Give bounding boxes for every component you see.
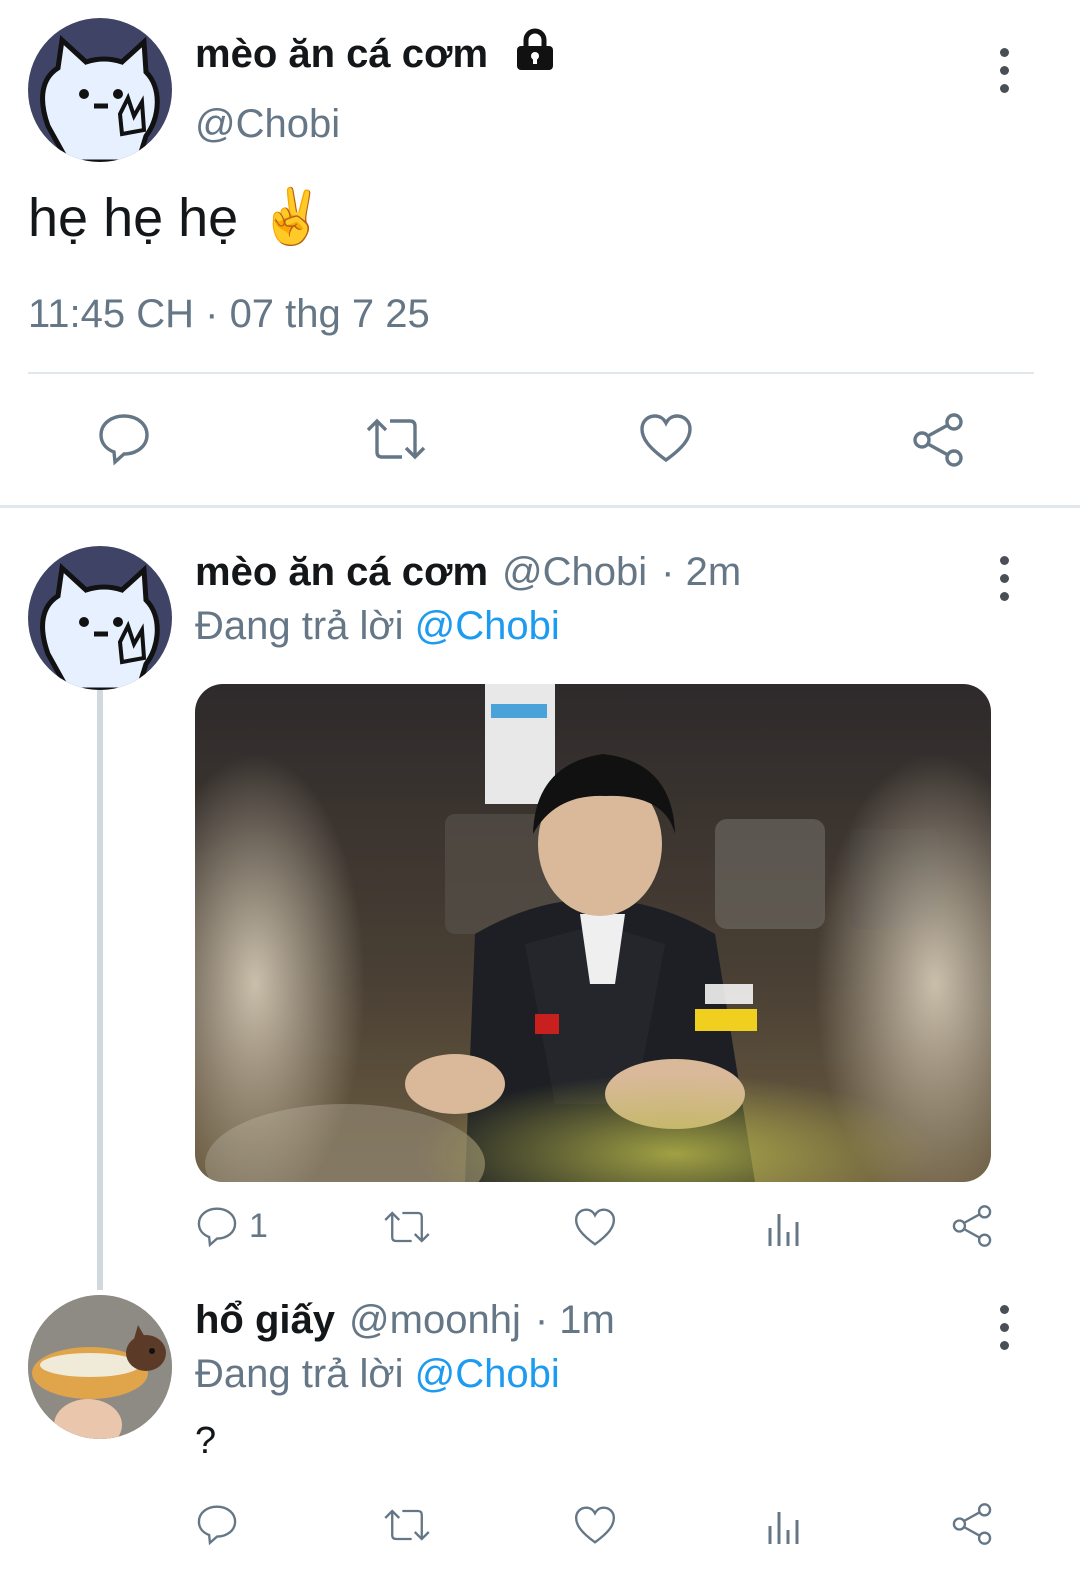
reply-author-name[interactable]: hổ giấy	[195, 1298, 335, 1343]
author-handle[interactable]: @Chobi	[195, 102, 340, 147]
reply-icon[interactable]	[96, 410, 152, 466]
more-options-icon[interactable]	[992, 1305, 1016, 1350]
reply-avatar[interactable]	[28, 546, 172, 690]
victory-hand-emoji: ✌️	[258, 187, 326, 247]
retweet-icon[interactable]	[382, 1206, 432, 1248]
reply-time: · 1m	[534, 1298, 615, 1342]
hotdog-dog-avatar-icon	[28, 1295, 172, 1439]
retweet-icon[interactable]	[382, 1504, 432, 1546]
analytics-icon[interactable]	[764, 1206, 804, 1248]
like-icon[interactable]	[573, 1504, 617, 1546]
replying-to: Đang trả lời @Chobi	[195, 1352, 560, 1396]
like-icon[interactable]	[573, 1206, 617, 1248]
share-icon[interactable]	[950, 1204, 994, 1248]
reply-author-handle[interactable]: @moonhj	[349, 1298, 521, 1343]
retweet-icon[interactable]	[364, 412, 428, 466]
author-name[interactable]: mèo ăn cá cơm	[195, 32, 488, 77]
replying-to-link[interactable]: @Chobi	[415, 1352, 560, 1396]
cat-avatar-icon	[40, 562, 160, 690]
replying-to: Đang trả lời @Chobi	[195, 604, 560, 648]
lock-icon	[514, 28, 556, 77]
reply-time: · 2m	[661, 550, 742, 594]
author-avatar[interactable]	[28, 18, 172, 162]
tweet-text: hẹ hẹ hẹ ✌️	[28, 186, 325, 249]
share-icon[interactable]	[910, 412, 966, 468]
like-icon[interactable]	[638, 412, 694, 464]
tweet-photo[interactable]	[195, 684, 991, 1182]
reply-count: 1	[249, 1206, 268, 1245]
reply-author-name[interactable]: mèo ăn cá cơm	[195, 550, 488, 595]
thread-line	[97, 690, 103, 1290]
analytics-icon[interactable]	[764, 1504, 804, 1546]
reply-avatar[interactable]	[28, 1295, 172, 1439]
reply-icon[interactable]	[195, 1502, 239, 1546]
tweet-timestamp[interactable]: 11:45 CH · 07 thg 7 25	[28, 292, 430, 337]
reply-header: mèo ăn cá cơm @Chobi · 2m	[195, 550, 741, 595]
more-options-icon[interactable]	[992, 556, 1016, 601]
share-icon[interactable]	[950, 1502, 994, 1546]
replying-to-link[interactable]: @Chobi	[415, 604, 560, 648]
reply-text: ?	[195, 1420, 217, 1462]
reply-header: hổ giấy @moonhj · 1m	[195, 1298, 615, 1343]
section-divider	[0, 505, 1080, 508]
reply-icon[interactable]: 1	[195, 1204, 268, 1248]
divider	[28, 372, 1034, 374]
reply-author-handle[interactable]: @Chobi	[502, 550, 647, 595]
more-options-icon[interactable]	[992, 48, 1016, 93]
tweet-text-content: hẹ hẹ hẹ	[28, 187, 239, 248]
cat-avatar-icon	[40, 34, 160, 162]
